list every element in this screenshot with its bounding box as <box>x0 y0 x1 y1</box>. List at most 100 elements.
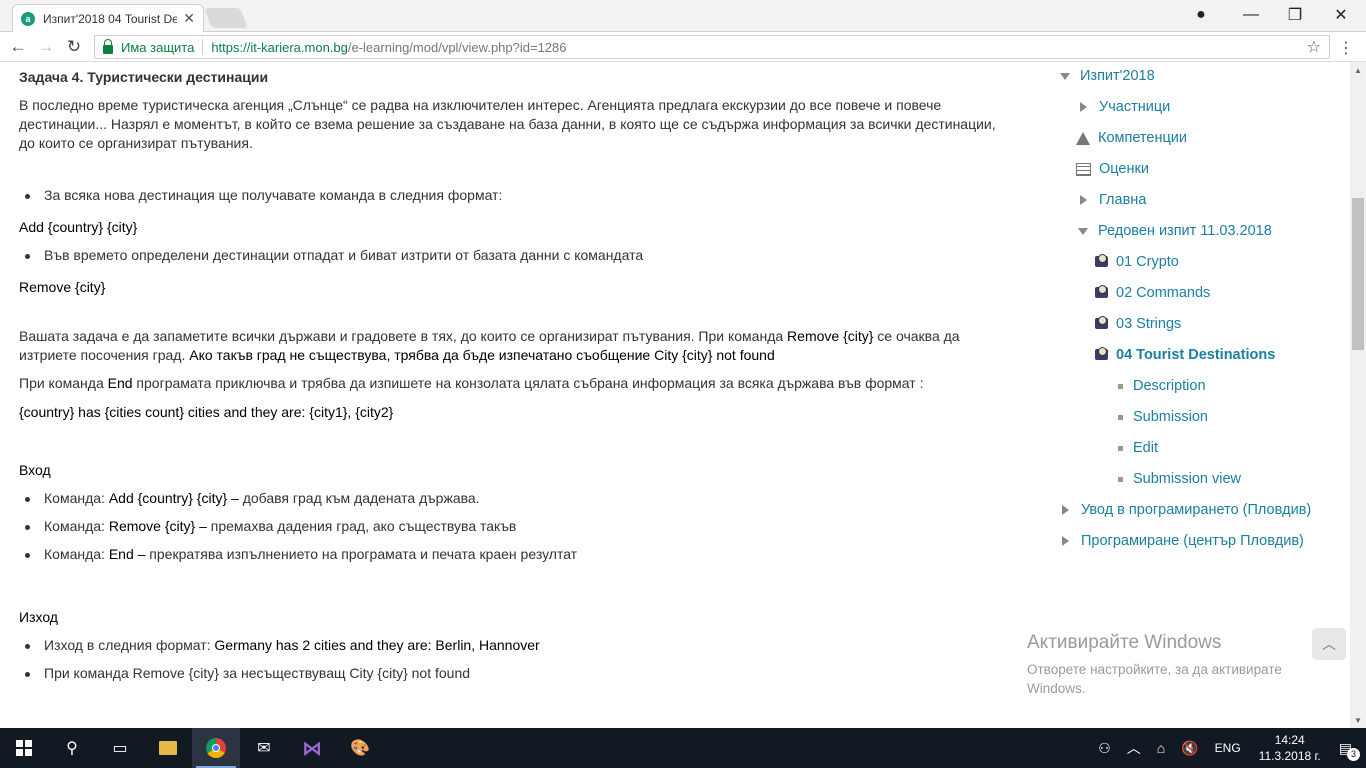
profile-icon[interactable]: ● <box>1178 0 1224 30</box>
language-indicator[interactable]: ENG <box>1215 741 1241 755</box>
list-item: Във времето определени дестинации отпада… <box>25 246 999 265</box>
scroll-down-icon[interactable]: ▼ <box>1350 712 1366 728</box>
competencies-icon <box>1076 131 1090 145</box>
paint-icon[interactable]: 🎨 <box>336 728 384 768</box>
people-icon[interactable]: ⚇ <box>1098 740 1111 757</box>
bullet-square-icon <box>1118 383 1123 389</box>
date: 11.3.2018 г. <box>1258 749 1321 763</box>
restore-button[interactable]: ❐ <box>1272 0 1318 30</box>
watermark-subtitle: Отворете настройките, за да активирате W… <box>1027 662 1282 696</box>
task-view-icon[interactable]: ▭ <box>96 728 144 768</box>
nav-home[interactable]: Главна <box>1080 189 1146 211</box>
nav-description[interactable]: Description <box>1118 375 1206 397</box>
forward-icon[interactable]: → <box>32 33 60 61</box>
list-item: Изход в следния формат: Germany has 2 ci… <box>25 636 999 655</box>
windows-logo-icon <box>16 740 32 756</box>
vpl-activity-icon <box>1094 254 1110 270</box>
collapsed-icon <box>1080 102 1087 112</box>
site-favicon-icon: a <box>21 11 35 26</box>
output-list: Изход в следния формат: Germany has 2 ci… <box>25 636 999 683</box>
tab-title: Изпит'2018 04 Tourist De <box>43 11 178 26</box>
address-bar[interactable]: Има защита https://it-kariera.mon.bg /e-… <box>94 35 1330 59</box>
back-icon[interactable]: ← <box>4 33 32 61</box>
bullet-square-icon <box>1118 445 1123 451</box>
close-window-button[interactable]: ✕ <box>1318 0 1364 30</box>
scroll-up-icon[interactable]: ▲ <box>1350 62 1366 78</box>
minimize-button[interactable]: — <box>1228 0 1274 30</box>
task-heading: Задача 4. Туристически дестинации <box>19 69 269 85</box>
chrome-menu-icon[interactable]: ⋮ <box>1338 38 1354 58</box>
file-explorer-icon[interactable] <box>144 728 192 768</box>
secure-label: Има защита <box>121 39 195 55</box>
reload-icon[interactable]: ↻ <box>60 33 88 61</box>
nav-course-intro-plovdiv[interactable]: Увод в програмирането (Пловдив) <box>1062 499 1311 521</box>
bullet-square-icon <box>1118 476 1123 482</box>
mail-icon[interactable]: ✉ <box>240 728 288 768</box>
start-button[interactable] <box>0 728 48 768</box>
show-hidden-icons-icon[interactable]: ︿ <box>1127 738 1141 758</box>
add-format: Add {country} {city} <box>19 219 138 235</box>
secure-indicator[interactable]: Има защита <box>103 38 195 55</box>
nav-activity-commands[interactable]: 02 Commands <box>1094 282 1210 304</box>
input-heading: Вход <box>19 462 51 478</box>
network-icon[interactable]: ⌂ <box>1157 740 1165 756</box>
nav-submission-view[interactable]: Submission view <box>1118 468 1241 490</box>
back-to-top-button[interactable]: ︿ <box>1312 628 1346 660</box>
tab-strip: a Изпит'2018 04 Tourist De ✕ ● — ❐ ✕ <box>0 0 1366 32</box>
task-paragraph: Вашата задача е да запаметите всички дър… <box>19 328 960 363</box>
bookmark-star-icon[interactable]: ☆ <box>1307 37 1321 57</box>
search-icon[interactable]: ⚲ <box>48 728 96 768</box>
windows-taskbar: ⚲ ▭ ✉ ⋈ 🎨 ⚇ ︿ ⌂ 🔇 ENG 14:24 11.3.2018 г.… <box>0 728 1366 768</box>
nav-course-programming-plovdiv[interactable]: Програмиране (център Пловдив) <box>1062 530 1304 552</box>
grades-table-icon <box>1076 162 1091 176</box>
bullet-square-icon <box>1118 414 1123 420</box>
list-item: Команда: End – прекратява изпълнението н… <box>25 545 999 564</box>
end-paragraph: При команда End програмата приключва и т… <box>19 375 924 391</box>
visual-studio-icon[interactable]: ⋈ <box>288 728 336 768</box>
nav-section[interactable]: Редовен изпит 11.03.2018 <box>1078 220 1272 242</box>
nav-competencies[interactable]: Компетенции <box>1076 127 1187 149</box>
vpl-activity-icon <box>1094 285 1110 301</box>
list-item: Команда: Remove {city} – премахва дадени… <box>25 517 999 536</box>
nav-participants[interactable]: Участници <box>1080 96 1170 118</box>
notification-count: 3 <box>1347 747 1360 761</box>
nav-submission[interactable]: Submission <box>1118 406 1208 428</box>
nav-activity-crypto[interactable]: 01 Crypto <box>1094 251 1179 273</box>
remove-format: Remove {city} <box>19 279 106 295</box>
problem-description: Задача 4. Туристически дестинации В посл… <box>19 62 999 683</box>
collapsed-icon <box>1062 536 1069 546</box>
volume-muted-icon[interactable]: 🔇 <box>1181 740 1198 757</box>
list-item: Команда: Add {country} {city} – добавя г… <box>25 489 999 508</box>
action-center-icon[interactable]: ▤ 3 <box>1339 740 1360 761</box>
remove-bullet-list: Във времето определени дестинации отпада… <box>25 246 999 265</box>
nav-activity-strings[interactable]: 03 Strings <box>1094 313 1181 335</box>
page-viewport: Задача 4. Туристически дестинации В посл… <box>0 62 1350 728</box>
windows-activation-watermark: Активирайте Windows Отворете настройките… <box>1027 632 1317 698</box>
nav-course[interactable]: Изпит'2018 <box>1060 65 1155 87</box>
browser-tab[interactable]: a Изпит'2018 04 Tourist De ✕ <box>12 4 204 32</box>
nav-grades[interactable]: Оценки <box>1076 158 1149 180</box>
new-tab-button[interactable] <box>204 8 248 28</box>
collapsed-icon <box>1080 195 1087 205</box>
system-tray: ⚇ ︿ ⌂ 🔇 ENG 14:24 11.3.2018 г. ▤ 3 <box>1090 728 1366 768</box>
scroll-thumb[interactable] <box>1352 198 1364 350</box>
intro-paragraph: В последно време туристическа агенция „С… <box>19 97 996 151</box>
vpl-activity-icon <box>1094 347 1110 363</box>
page-scrollbar[interactable]: ▲ ▼ <box>1350 62 1366 728</box>
time: 14:24 <box>1274 733 1305 747</box>
browser-toolbar: ← → ↻ Има защита https://it-kariera.mon.… <box>0 32 1366 62</box>
tab-close-icon[interactable]: ✕ <box>183 10 195 27</box>
list-item: За всяка нова дестинация ще получавате к… <box>25 186 999 205</box>
add-bullet-list: За всяка нова дестинация ще получавате к… <box>25 186 999 205</box>
url-path: /e-learning/mod/vpl/view.php?id=1286 <box>347 39 567 55</box>
nav-activity-tourist[interactable]: 04 Tourist Destinations <box>1094 344 1275 366</box>
clock[interactable]: 14:24 11.3.2018 г. <box>1259 732 1321 764</box>
url-host: https://it-kariera.mon.bg <box>211 39 348 55</box>
lock-icon <box>103 38 113 54</box>
list-item: При команда Remove {city} за несъществув… <box>25 664 999 683</box>
chrome-icon[interactable] <box>192 728 240 768</box>
nav-edit[interactable]: Edit <box>1118 437 1158 459</box>
expanded-icon <box>1078 227 1088 235</box>
output-format: {country} has {cities count} cities and … <box>19 404 394 420</box>
expanded-icon <box>1060 72 1070 80</box>
